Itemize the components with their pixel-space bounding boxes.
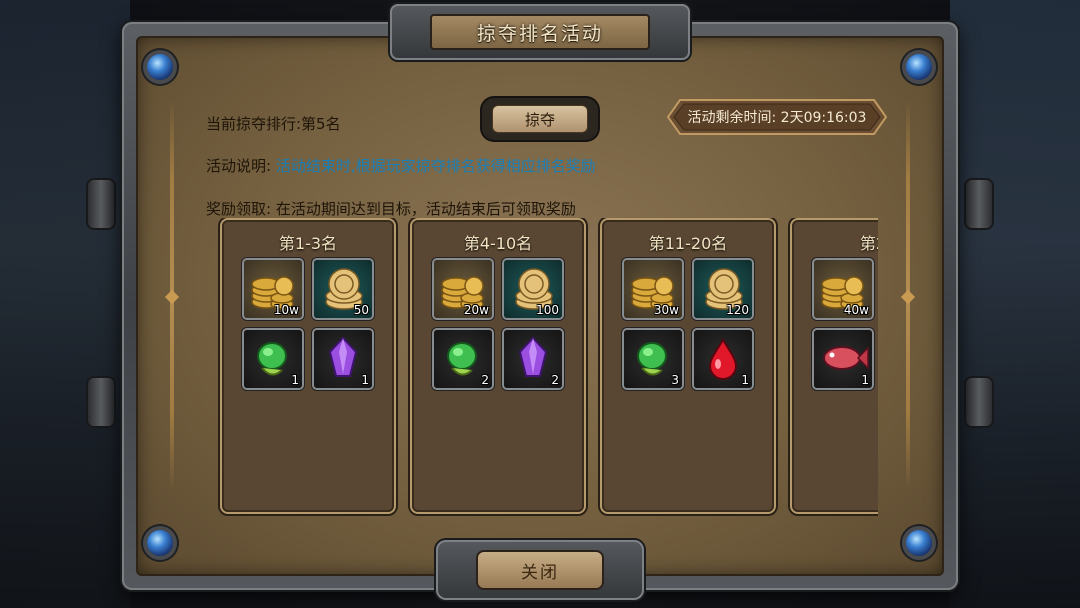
item-quantity: 10w (273, 303, 299, 317)
token-coins-icon[interactable]: 50 (314, 260, 372, 318)
title-plate: 掠夺排名活动 (390, 4, 690, 60)
purple-crystal-icon[interactable]: 2 (504, 330, 562, 388)
item-quantity: 1 (361, 373, 369, 387)
gold-coins-icon[interactable]: 30w (624, 260, 682, 318)
reward-card-title: 第4-10名 (463, 234, 533, 253)
reward-card-rank-4-10: 第4-10名 20w 100 2 2 (412, 220, 584, 512)
activity-description: 活动说明: 活动结束时,根据玩家掠夺排名获得相应排名奖励 (206, 155, 596, 176)
green-turtle-icon[interactable]: 3 (624, 330, 682, 388)
frame-clip-left-top (88, 180, 114, 228)
reward-cards-scroller[interactable]: 第1-3名 10w 50 1 1 第4-10名 20w 100 2 2 第11-… (218, 218, 878, 518)
description-prefix: 活动说明: (206, 157, 276, 175)
item-quantity: 20w (463, 303, 489, 317)
gem-corner-bottom-right-icon (906, 530, 932, 556)
remaining-time-badge: 活动剩余时间: 2天09:16:03 (666, 98, 888, 136)
item-quantity: 1 (291, 373, 299, 387)
plunder-button[interactable]: 掠夺 (482, 98, 598, 140)
item-quantity: 30w (653, 303, 679, 317)
gem-corner-bottom-left-icon (147, 530, 173, 556)
reward-card-rank-11-20: 第11-20名 30w 120 3 1 (602, 220, 774, 512)
reward-card-title: 第21 (859, 234, 878, 253)
gold-coins-icon[interactable]: 10w (244, 260, 302, 318)
item-quantity: 50 (353, 303, 369, 317)
gem-corner-top-left-icon (147, 54, 173, 80)
reward-card-title: 第11-20名 (648, 234, 728, 253)
gold-coins-icon[interactable]: 40w (814, 260, 872, 318)
frame-clip-right-bottom (966, 378, 992, 426)
token-coins-icon[interactable]: 120 (694, 260, 752, 318)
item-quantity: 100 (536, 303, 559, 317)
green-turtle-icon[interactable]: 2 (434, 330, 492, 388)
item-quantity: 1 (861, 373, 869, 387)
green-turtle-icon[interactable]: 1 (244, 330, 302, 388)
remaining-time-text: 活动剩余时间: 2天09:16:03 (687, 110, 867, 126)
red-fish-icon[interactable]: 1 (814, 330, 872, 388)
red-gem-icon[interactable]: 1 (694, 330, 752, 388)
gold-coins-icon[interactable]: 20w (434, 260, 492, 318)
description-text: 活动结束时,根据玩家掠夺排名获得相应排名奖励 (275, 157, 596, 175)
item-quantity: 2 (481, 373, 489, 387)
close-button[interactable]: 关闭 (476, 550, 604, 590)
background-right (950, 0, 1080, 608)
background-left (0, 0, 130, 608)
reward-card-rank-21: 第21 40w 1 (792, 220, 878, 512)
claim-instructions: 奖励领取: 在活动期间达到目标，活动结束后可领取奖励 (206, 200, 576, 218)
item-quantity: 2 (551, 373, 559, 387)
frame-clip-right-top (966, 180, 992, 228)
token-coins-icon[interactable]: 100 (504, 260, 562, 318)
reward-card-rank-1-3: 第1-3名 10w 50 1 1 (222, 220, 394, 512)
item-quantity: 40w (843, 303, 869, 317)
reward-card-title: 第1-3名 (278, 234, 338, 253)
item-quantity: 1 (741, 373, 749, 387)
frame-clip-left-bottom (88, 378, 114, 426)
purple-crystal-icon[interactable]: 1 (314, 330, 372, 388)
gem-corner-top-right-icon (906, 54, 932, 80)
plunder-button-label: 掠夺 (492, 105, 588, 133)
close-button-plate: 关闭 (436, 540, 644, 600)
current-rank-label: 当前掠夺排行:第5名 (206, 115, 341, 133)
item-quantity: 120 (726, 303, 749, 317)
page-title: 掠夺排名活动 (430, 14, 650, 50)
item-quantity: 3 (671, 373, 679, 387)
